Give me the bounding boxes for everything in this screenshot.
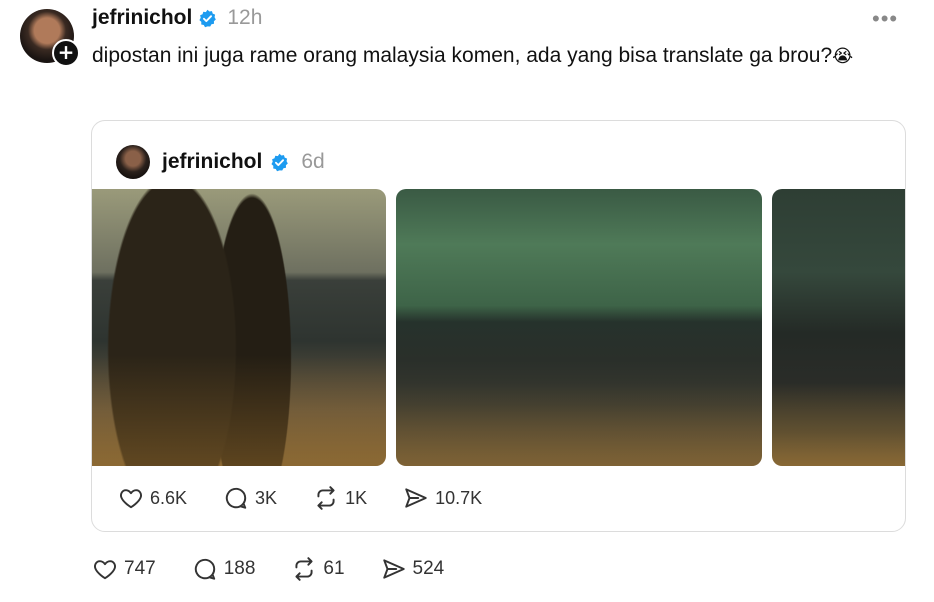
reply-button[interactable]: 188 — [192, 556, 256, 582]
quoted-repost-button[interactable]: 1K — [313, 485, 367, 511]
quoted-share-count: 10.7K — [435, 487, 483, 508]
post-text: dipostan ini juga rame orang malaysia ko… — [92, 40, 892, 72]
reply-icon — [225, 487, 247, 509]
verified-badge-icon — [271, 153, 289, 171]
more-icon[interactable]: ••• — [872, 6, 898, 32]
media-image-2[interactable] — [396, 189, 762, 466]
action-bar: 747 188 61 524 — [92, 556, 444, 582]
like-count: 747 — [124, 558, 156, 579]
reply-count: 188 — [223, 558, 256, 579]
quoted-share-button[interactable]: 10.7K — [403, 485, 482, 511]
media-image-3[interactable] — [772, 189, 905, 466]
quoted-post-card[interactable]: jefrinichol 6d 6.6K 3K 1K 10.7K — [91, 120, 906, 532]
quoted-reply-count: 3K — [255, 487, 278, 508]
repost-icon — [295, 557, 313, 581]
verified-badge-icon — [199, 9, 217, 27]
author-avatar-wrap[interactable]: + — [20, 9, 80, 67]
quoted-reply-button[interactable]: 3K — [223, 485, 277, 511]
author-username[interactable]: jefrinichol — [92, 6, 192, 30]
quoted-repost-count: 1K — [345, 487, 368, 508]
media-image-1[interactable] — [92, 189, 386, 466]
quoted-post-header: jefrinichol 6d — [116, 145, 325, 179]
quoted-action-bar: 6.6K 3K 1K 10.7K — [118, 485, 482, 511]
post-text-content: dipostan ini juga rame orang malaysia ko… — [92, 44, 833, 67]
heart-icon — [94, 560, 116, 580]
repost-button[interactable]: 61 — [291, 556, 345, 582]
share-count: 524 — [412, 558, 445, 579]
reply-icon — [194, 558, 215, 580]
heart-icon — [120, 489, 142, 509]
follow-plus-icon[interactable]: + — [52, 39, 80, 67]
post-header: jefrinichol 12h — [92, 6, 262, 30]
share-icon — [382, 559, 405, 579]
repost-count: 61 — [323, 558, 345, 579]
quoted-like-count: 6.6K — [150, 487, 188, 508]
share-icon — [405, 488, 427, 508]
share-button[interactable]: 524 — [381, 556, 445, 582]
media-carousel[interactable] — [92, 189, 905, 466]
crying-emoji: 😭 — [832, 46, 854, 66]
quoted-like-button[interactable]: 6.6K — [118, 485, 187, 511]
like-button[interactable]: 747 — [92, 556, 156, 582]
repost-icon — [317, 486, 335, 510]
quoted-avatar[interactable] — [116, 145, 150, 179]
quoted-username[interactable]: jefrinichol — [162, 150, 262, 174]
quoted-timestamp: 6d — [301, 150, 325, 173]
post-timestamp: 12h — [227, 6, 263, 29]
